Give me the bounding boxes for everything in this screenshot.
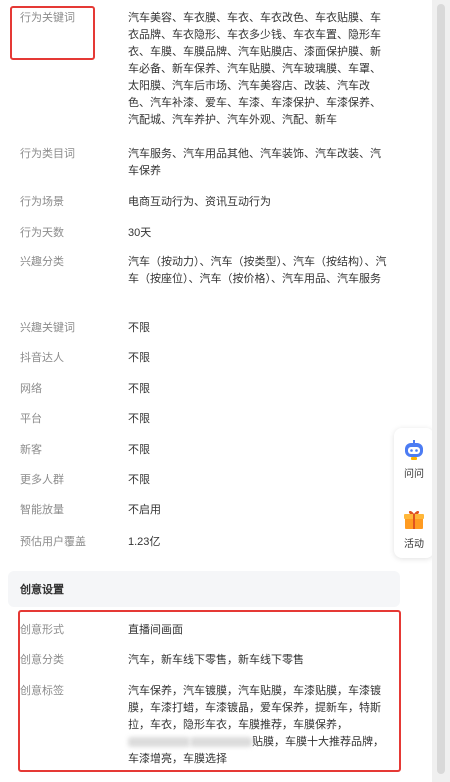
row-label: 智能放量 (20, 504, 64, 516)
row-label: 抖音达人 (20, 352, 64, 364)
row-value: 汽车（按动力）、汽车（按类型）、汽车（按结构）、汽车（按座位）、汽车（按价格）、… (128, 256, 387, 285)
activity-button[interactable]: 活动 (394, 508, 434, 550)
row-value: 电商互动行为、资讯互动行为 (128, 196, 271, 208)
activity-label: 活动 (404, 539, 424, 550)
row-value: 不限 (128, 383, 150, 395)
row-value: 不限 (128, 352, 150, 364)
row-label: 行为天数 (20, 227, 64, 239)
row-label: 行为场景 (20, 196, 64, 208)
row-label: 兴趣关键词 (20, 322, 75, 334)
row-value: 不限 (128, 413, 150, 425)
row-label: 新客 (20, 444, 42, 456)
row-label: 更多人群 (20, 474, 64, 486)
section-title: 创意设置 (20, 584, 64, 596)
row-value: 不限 (128, 322, 150, 334)
robot-assistant-icon (405, 440, 423, 460)
highlight-box-creative-details (18, 610, 401, 772)
row-value: 不限 (128, 444, 150, 456)
row-value: 30天 (128, 227, 152, 239)
row-label: 网络 (20, 383, 42, 395)
row-label: 预估用户覆盖 (20, 536, 86, 548)
creative-settings-header: 创意设置 (8, 571, 400, 607)
highlight-box-keywords-label (10, 6, 95, 60)
floating-assistant-panel: 问问 活动 (394, 428, 434, 558)
gift-icon (404, 510, 424, 529)
row-value: 不限 (128, 474, 150, 486)
row-label: 兴趣分类 (20, 256, 64, 268)
row-value: 不启用 (128, 504, 161, 516)
ask-button[interactable]: 问问 (394, 438, 434, 480)
scrollbar-thumb[interactable] (437, 4, 445, 774)
row-value: 汽车服务、汽车用品其他、汽车装饰、汽车改装、汽车保养 (128, 148, 381, 177)
ad-plan-detail-panel: 行为关键词 汽车美容、车衣膜、车衣、车衣改色、车衣贴膜、车衣品牌、车衣隐形、车衣… (0, 0, 410, 782)
row-label: 行为类目词 (20, 148, 75, 160)
row-value: 1.23亿 (128, 536, 161, 548)
row-label: 平台 (20, 413, 42, 425)
ask-label: 问问 (404, 469, 424, 480)
row-value: 汽车美容、车衣膜、车衣、车衣改色、车衣贴膜、车衣品牌、车衣隐形、车衣多少钱、车衣… (128, 12, 381, 126)
